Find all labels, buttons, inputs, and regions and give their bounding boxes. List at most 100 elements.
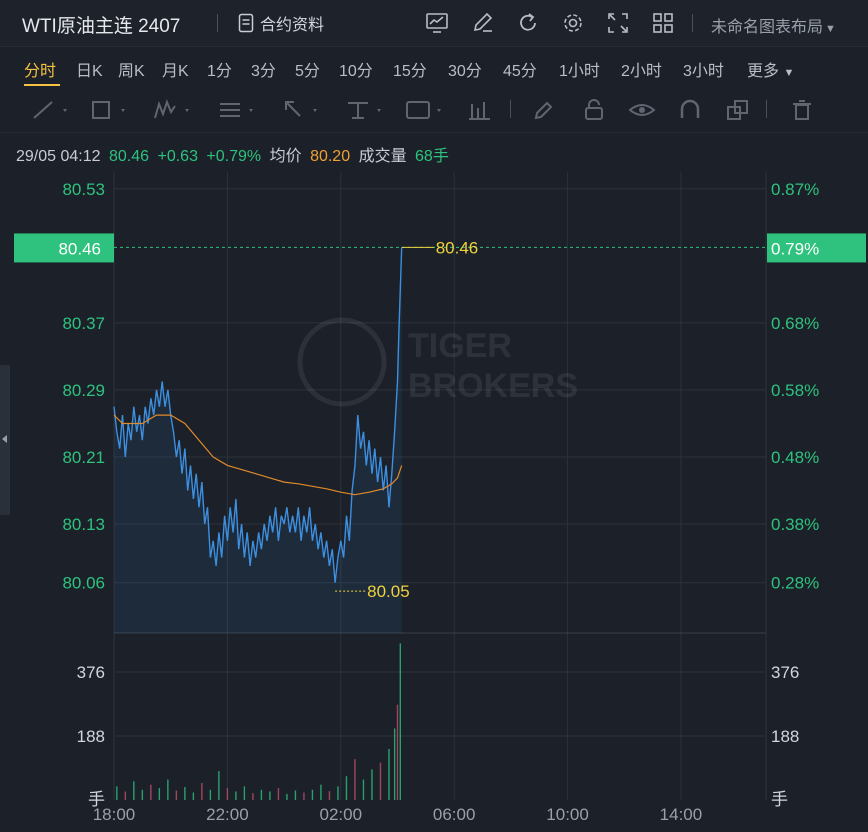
tiger-logo-icon: [297, 317, 387, 407]
tab-10分[interactable]: 10分: [339, 57, 373, 81]
price-axis-label: 80.13: [62, 515, 105, 534]
watermark: TIGER BROKERS: [297, 317, 578, 407]
eye-icon[interactable]: [628, 98, 656, 122]
volume-bars: [116, 643, 402, 800]
price-line: [113, 247, 403, 583]
rectangle-tool-icon[interactable]: [88, 98, 128, 122]
axis-labels: 18:00 22:00 02:00 06:00 10:00 14:00 80.53 0.87%…: [62, 180, 819, 824]
tab-5分[interactable]: 5分: [295, 57, 320, 81]
caret-down-icon: ▼: [783, 67, 795, 79]
tab-30分[interactable]: 30分: [448, 57, 482, 81]
volume-bar: [396, 704, 399, 800]
tab-1小时[interactable]: 1小时: [559, 57, 600, 81]
x-tick-label: 02:00: [320, 805, 363, 824]
active-tab-indicator: [24, 84, 60, 86]
pct-axis-label: 0.87%: [771, 180, 819, 199]
volume-bar: [124, 791, 127, 800]
wave-tool-icon[interactable]: [152, 98, 192, 122]
volume-bar: [235, 791, 237, 800]
x-tick-label: 10:00: [546, 805, 589, 824]
tab-45分[interactable]: 45分: [503, 57, 537, 81]
volume-label: 成交量: [358, 148, 407, 165]
tab-分时[interactable]: 分时: [24, 57, 56, 81]
trash-icon[interactable]: [788, 98, 816, 122]
volume-bar: [362, 779, 365, 800]
high-label: 80.46: [436, 238, 479, 257]
refresh-icon[interactable]: [515, 10, 541, 36]
tab-1分[interactable]: 1分: [207, 57, 232, 81]
text-tool-icon[interactable]: [344, 98, 384, 122]
fibonacci-tool-icon[interactable]: [216, 98, 256, 122]
price-tags: 80.46 0.79% 80.46 80.05: [14, 233, 866, 601]
tab-周K[interactable]: 周K: [118, 57, 145, 81]
average-line: [113, 414, 403, 496]
tab-15分[interactable]: 15分: [393, 57, 427, 81]
volume-bar: [184, 787, 186, 800]
volume-bar: [399, 643, 402, 800]
volume-bar: [150, 784, 152, 800]
divider: [766, 100, 767, 118]
volume-bar: [201, 782, 203, 800]
current-pct-tag-text: 0.79%: [771, 239, 819, 258]
brush-icon[interactable]: [530, 98, 558, 122]
current-price-tag: [14, 233, 114, 263]
note-tool-icon[interactable]: [404, 98, 444, 122]
edit-icon[interactable]: [470, 10, 496, 36]
volume-bar: [286, 793, 288, 800]
volume-bar: [379, 762, 382, 800]
volume-bar: [192, 792, 195, 800]
volume-bar: [345, 776, 348, 800]
pct-axis-label: 0.38%: [771, 515, 819, 534]
volume-bar: [209, 789, 212, 800]
volume-bar: [393, 728, 396, 800]
lock-icon[interactable]: [580, 98, 608, 122]
volume-bar: [388, 748, 390, 800]
current-pct-tag: [767, 233, 866, 263]
settings-icon[interactable]: [560, 10, 586, 36]
magnet-icon[interactable]: [676, 98, 704, 122]
volume-bar: [303, 792, 305, 800]
volume-bar: [133, 781, 135, 800]
arrow-tool-icon[interactable]: [280, 98, 320, 122]
tab-3小时[interactable]: 3小时: [683, 57, 724, 81]
tab-more[interactable]: 更多 ▼: [747, 57, 794, 81]
volume-bar: [141, 789, 144, 800]
period-tabs: 分时 日K 周K 月K 1分 3分 5分 10分 15分 30分 45分 1小时…: [0, 47, 868, 87]
tab-月K[interactable]: 月K: [162, 57, 189, 81]
caret-down-icon: ▼: [825, 23, 836, 35]
volume-bar: [226, 788, 229, 800]
fullscreen-icon[interactable]: [605, 10, 631, 36]
pct-axis-label: 0.28%: [771, 574, 819, 593]
price-axis-label: 80.53: [62, 180, 105, 199]
grid-layout-icon[interactable]: [650, 10, 676, 36]
chart-indicator-icon[interactable]: [424, 10, 450, 36]
volume-bar: [337, 786, 339, 800]
bar-pattern-tool-icon[interactable]: [466, 98, 494, 122]
tab-2小时[interactable]: 2小时: [621, 57, 662, 81]
avg-label: 均价: [269, 148, 302, 165]
contract-info-label: 合约资料: [260, 17, 325, 34]
layout-label: 未命名图表布局: [711, 19, 824, 36]
contract-info-button[interactable]: 合约资料: [238, 10, 324, 36]
pct-axis-label: 0.68%: [771, 314, 819, 333]
quote-price: 80.46: [108, 148, 150, 165]
tab-3分[interactable]: 3分: [251, 57, 276, 81]
volume-bar: [371, 769, 373, 800]
drawing-toolbar: [0, 88, 868, 133]
quote-datetime: 29/05 04:12: [16, 148, 101, 165]
tab-日K[interactable]: 日K: [76, 57, 103, 81]
volume-bar: [294, 790, 297, 800]
layout-selector[interactable]: 未命名图表布局 ▼: [711, 13, 836, 37]
watermark-text-1: TIGER: [408, 327, 512, 365]
volume-bar: [175, 790, 178, 800]
quote-info-line: 29/05 04:12 80.46 +0.63 +0.79% 均价 80.20 …: [16, 142, 453, 166]
watermark-text-2: BROKERS: [408, 367, 578, 405]
volume-bar: [116, 786, 118, 800]
sidebar-toggle[interactable]: [0, 365, 10, 515]
clone-icon[interactable]: [724, 98, 752, 122]
x-tick-label: 22:00: [206, 805, 249, 824]
x-tick-label: 18:00: [93, 805, 136, 824]
volume-bar: [218, 771, 220, 800]
instrument-title[interactable]: WTI原油主连 2407: [22, 11, 180, 38]
trendline-tool-icon[interactable]: [30, 98, 70, 122]
